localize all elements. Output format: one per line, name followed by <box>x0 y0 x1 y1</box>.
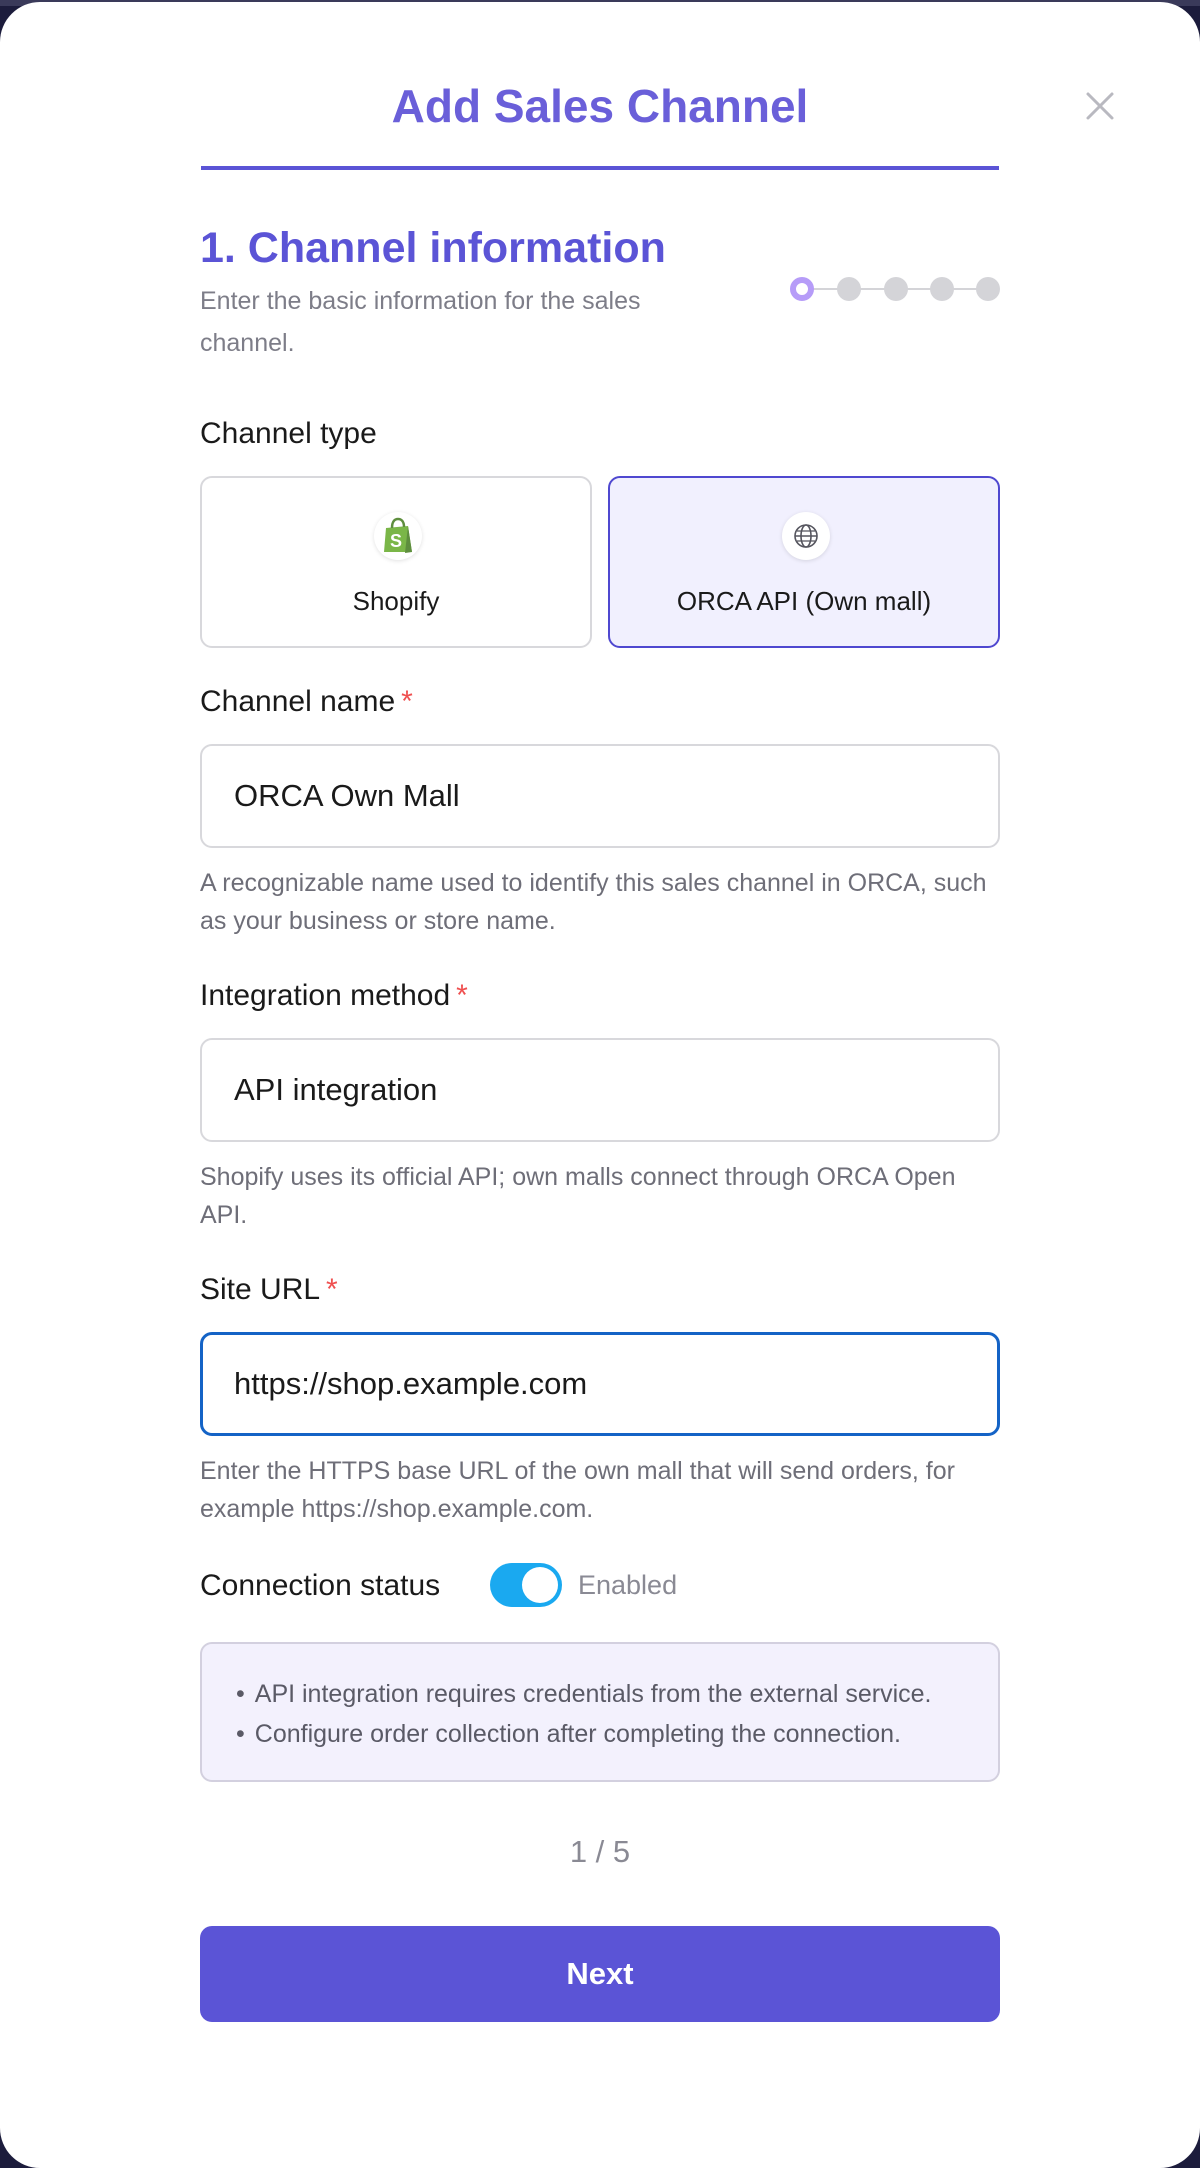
integration-method-label-text: Integration method <box>200 979 451 1012</box>
svg-text:S: S <box>390 531 402 551</box>
notice-line-text: API integration requires credentials fro… <box>254 1680 932 1708</box>
connection-status-toggle[interactable] <box>490 1563 562 1607</box>
channel-name-label-text: Channel name <box>200 685 396 718</box>
channel-name-input[interactable]: ORCA Own Mall <box>200 744 1000 848</box>
next-button[interactable]: Next <box>200 1926 1000 2022</box>
required-mark: * <box>326 1273 338 1306</box>
step-dot-2 <box>837 277 861 301</box>
add-sales-channel-modal: Add Sales Channel 1. Channel information… <box>0 2 1200 2168</box>
step-dot-5 <box>976 277 1000 301</box>
channel-type-shopify-label: Shopify <box>352 586 440 616</box>
site-url-label-text: Site URL <box>200 1273 321 1306</box>
shopify-icon: S <box>384 517 412 553</box>
step-dot-4 <box>930 277 954 301</box>
channel-type-orca-api-label: ORCA API (Own mall) <box>676 586 932 616</box>
channel-type-orca-api[interactable]: ORCA API (Own mall) <box>608 476 1000 648</box>
page-indicator: 1 / 5 <box>569 1834 631 1869</box>
toggle-knob <box>522 1567 558 1603</box>
notice-bullet: • <box>236 1680 245 1708</box>
site-url-help: Enter the HTTPS base URL of the own mall… <box>200 1457 955 1523</box>
close-icon <box>1086 92 1114 120</box>
modal-title: Add Sales Channel <box>391 80 809 132</box>
integration-method-field[interactable]: API integration <box>200 1038 1000 1142</box>
required-mark: * <box>401 685 413 718</box>
close-button[interactable] <box>1082 88 1118 124</box>
notice-line: • API integration requires credentials fr… <box>236 1674 998 1714</box>
channel-type-shopify[interactable]: S Shopify <box>200 476 592 648</box>
step-title: 1. Channel information <box>200 224 666 272</box>
integration-method-help: Shopify uses its official API; own malls… <box>200 1163 956 1229</box>
required-mark: * <box>456 979 468 1012</box>
notice-line-text: Configure order collection after complet… <box>254 1720 901 1748</box>
step-subtitle: Enter the basic information for the sale… <box>200 287 641 357</box>
site-url-input[interactable]: https://shop.example.com <box>200 1332 1000 1436</box>
step-dot-1 <box>790 277 814 301</box>
channel-name-label: Channel name * <box>200 682 413 722</box>
site-url-label: Site URL * <box>200 1270 338 1310</box>
shopify-icon-wrap: S <box>374 512 422 560</box>
integration-method-label: Integration method * <box>200 976 468 1016</box>
title-underline <box>201 166 999 170</box>
notice-bullet: • <box>236 1720 245 1748</box>
channel-name-help: A recognizable name used to identify thi… <box>200 869 987 935</box>
globe-icon-wrap <box>782 512 830 560</box>
globe-icon <box>794 524 818 548</box>
step-progress <box>790 274 1002 304</box>
integration-notice: • API integration requires credentials fr… <box>200 1642 1000 1782</box>
channel-type-label: Channel type <box>200 417 377 450</box>
connection-status-label: Connection status <box>200 1569 441 1602</box>
connection-status-text: Enabled <box>578 1570 678 1600</box>
step-dot-3 <box>884 277 908 301</box>
notice-line: • Configure order collection after comple… <box>236 1714 998 1754</box>
